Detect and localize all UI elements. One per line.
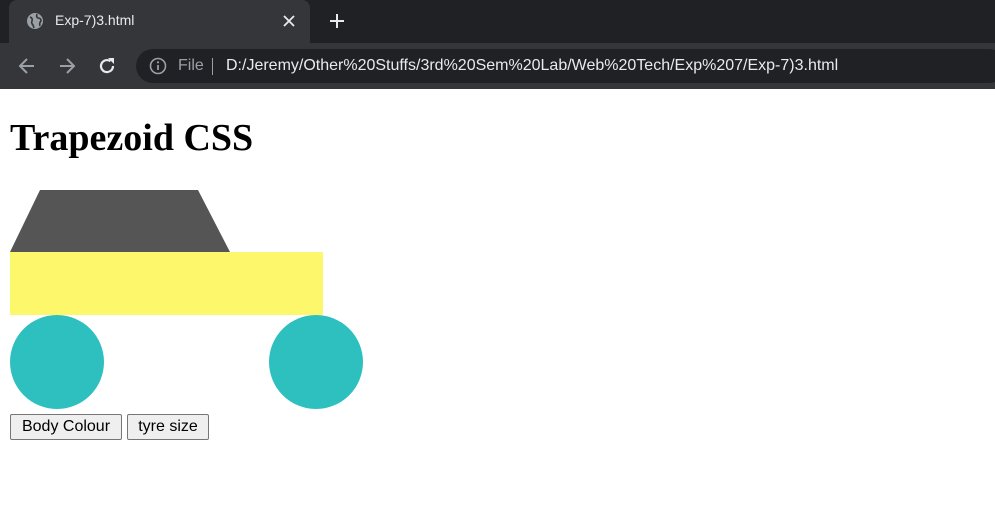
address-bar[interactable]: File D:/Jeremy/Other%20Stuffs/3rd%20Sem%… <box>136 49 995 83</box>
forward-icon[interactable] <box>57 56 77 76</box>
browser-toolbar: File D:/Jeremy/Other%20Stuffs/3rd%20Sem%… <box>0 43 995 89</box>
new-tab-icon[interactable] <box>328 12 346 30</box>
info-icon[interactable] <box>149 57 167 75</box>
tyre-size-button[interactable]: tyre size <box>127 414 209 440</box>
close-icon[interactable] <box>281 13 297 29</box>
page-heading: Trapezoid CSS <box>10 117 254 159</box>
tab-strip: Exp-7)3.html <box>0 0 995 43</box>
file-scheme-label: File <box>178 57 204 74</box>
back-icon[interactable] <box>17 56 37 76</box>
car-body <box>10 252 323 315</box>
url-text[interactable]: D:/Jeremy/Other%20Stuffs/3rd%20Sem%20Lab… <box>226 57 838 75</box>
browser-tab[interactable]: Exp-7)3.html <box>9 0 310 43</box>
front-tyre <box>10 315 104 409</box>
rear-tyre <box>269 315 363 409</box>
car-roof-trapezoid <box>10 190 230 252</box>
body-colour-button[interactable]: Body Colour <box>10 414 122 440</box>
reload-icon[interactable] <box>97 56 117 76</box>
tab-title: Exp-7)3.html <box>55 12 135 28</box>
address-separator <box>212 58 213 75</box>
globe-icon <box>27 13 43 29</box>
